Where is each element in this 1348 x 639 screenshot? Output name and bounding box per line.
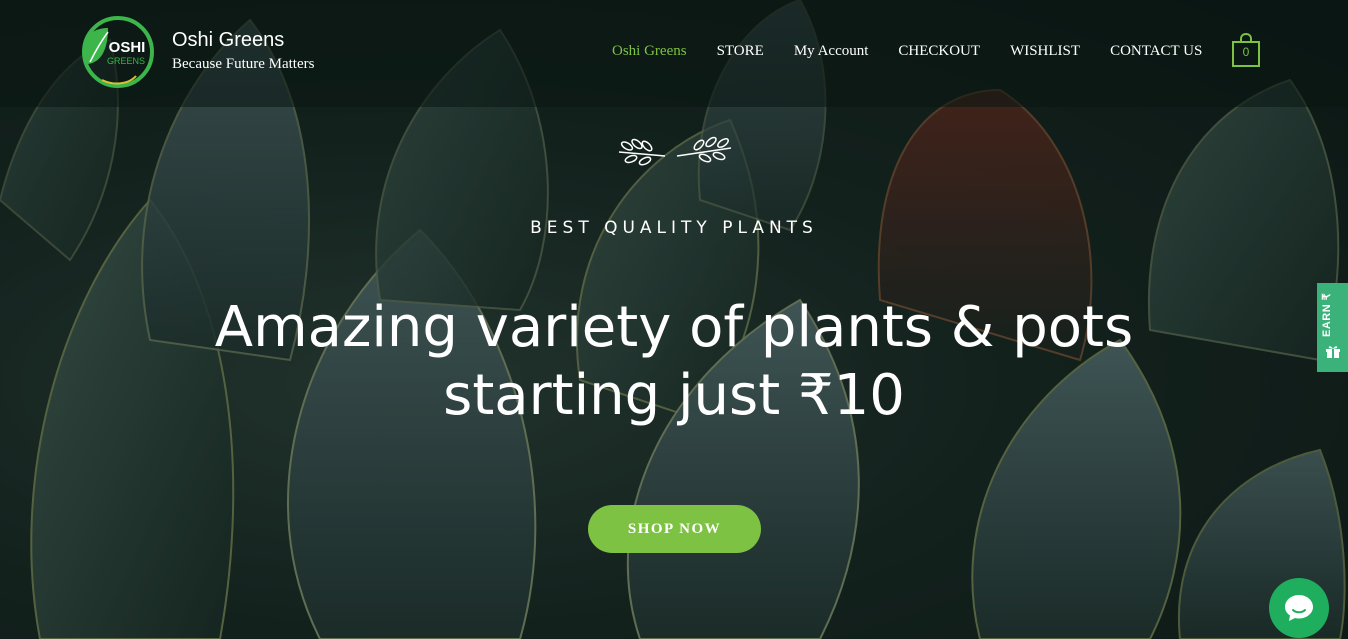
laurel-divider-icon [618, 136, 732, 166]
logo-text-top: OSHI [109, 39, 146, 56]
chat-bubble-icon [1285, 595, 1313, 621]
earn-rewards-tab[interactable]: EARN ₹ [1317, 283, 1348, 372]
logo-icon[interactable]: OSHI GREENS [74, 14, 158, 92]
cart-button[interactable]: 0 [1232, 32, 1260, 67]
nav-item-oshi-greens[interactable]: Oshi Greens [612, 43, 687, 60]
nav-item-checkout[interactable]: CHECKOUT [898, 43, 980, 60]
nav-item-contact-us[interactable]: CONTACT US [1110, 43, 1202, 60]
chat-button[interactable] [1269, 578, 1329, 638]
cart-count-badge: 0 [1242, 45, 1250, 59]
site-tagline: Because Future Matters [172, 56, 315, 72]
gift-icon [1326, 346, 1340, 358]
nav-item-my-account[interactable]: My Account [794, 43, 869, 60]
page: OSHI GREENS Oshi Greens Because Future M… [0, 0, 1348, 639]
shop-now-button[interactable]: SHOP NOW [588, 505, 761, 553]
earn-tab-label: EARN ₹ [1321, 292, 1333, 337]
hero-headline: Amazing variety of plants & pots startin… [214, 295, 1134, 428]
nav-item-wishlist[interactable]: WISHLIST [1010, 43, 1080, 60]
site-title[interactable]: Oshi Greens [172, 29, 284, 52]
site-header: OSHI GREENS Oshi Greens Because Future M… [0, 0, 1348, 107]
logo-text-bottom: GREENS [107, 56, 145, 66]
nav-item-store[interactable]: STORE [717, 43, 764, 60]
hero-eyebrow: BEST QUALITY PLANTS [530, 218, 818, 238]
main-navigation: Oshi Greens STORE My Account CHECKOUT WI… [612, 43, 1202, 60]
